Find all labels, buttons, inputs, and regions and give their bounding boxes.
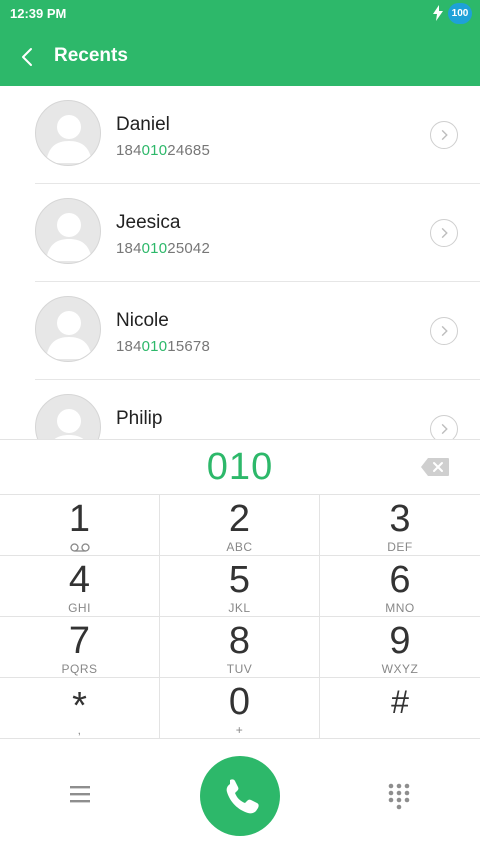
chevron-left-icon[interactable] <box>18 46 36 68</box>
keypad: 1 2 ABC 3 DEF 4 GHI 5 JKL 6 MNO 7 PQRS 8… <box>0 495 480 739</box>
menu-icon[interactable] <box>67 783 93 805</box>
voicemail-icon <box>70 543 90 552</box>
contact-number: 18401024685 <box>116 142 210 159</box>
dialed-digits: 010 <box>206 446 274 488</box>
phone-icon <box>226 779 259 814</box>
bottom-bar <box>0 739 480 853</box>
contact-name: Philip <box>116 408 163 429</box>
key-digit: 4 <box>68 559 91 601</box>
contact-name: Nicole <box>116 310 169 331</box>
key-6[interactable]: 6 MNO <box>320 556 480 617</box>
chevron-right-icon[interactable] <box>430 219 458 247</box>
chevron-right-icon[interactable] <box>430 121 458 149</box>
key-letters: TUV <box>226 662 253 676</box>
contact-number: 18401015678 <box>116 338 210 355</box>
key-8[interactable]: 8 TUV <box>160 617 320 678</box>
app-header: 12:39 PM 100 Recents <box>0 0 480 86</box>
key-7[interactable]: 7 PQRS <box>0 617 160 678</box>
call-button[interactable] <box>200 756 280 836</box>
list-item[interactable]: Daniel 18401024685 <box>0 86 480 184</box>
avatar <box>35 394 101 439</box>
list-item[interactable]: Philip 18401015690 <box>0 380 480 439</box>
key-digit: 6 <box>389 559 411 601</box>
status-bar: 12:39 PM 100 <box>0 0 480 26</box>
person-icon <box>46 311 92 359</box>
key-1[interactable]: 1 <box>0 495 160 556</box>
person-icon <box>46 115 92 163</box>
key-hash[interactable]: # <box>320 678 480 739</box>
avatar <box>35 198 101 264</box>
chevron-right-icon[interactable] <box>430 317 458 345</box>
key-letters: DEF <box>387 540 413 554</box>
key-digit: 7 <box>68 620 91 662</box>
chevron-right-icon[interactable] <box>430 415 458 439</box>
key-letters: MNO <box>385 601 415 615</box>
key-star[interactable]: * , <box>0 678 160 739</box>
key-9[interactable]: 9 WXYZ <box>320 617 480 678</box>
dialpad-icon[interactable] <box>387 782 411 810</box>
key-digit: 2 <box>228 498 251 540</box>
contact-name: Daniel <box>116 114 170 135</box>
key-digit: * <box>72 685 87 727</box>
key-letters: , <box>77 723 82 737</box>
key-5[interactable]: 5 JKL <box>160 556 320 617</box>
key-digit: # <box>391 684 409 720</box>
key-letters: JKL <box>228 601 251 615</box>
key-2[interactable]: 2 ABC <box>160 495 320 556</box>
key-3[interactable]: 3 DEF <box>320 495 480 556</box>
person-icon <box>54 409 84 439</box>
toolbar: Recents <box>0 34 480 80</box>
person-icon <box>46 213 92 261</box>
battery-badge: 100 <box>448 3 472 24</box>
charging-icon <box>433 5 443 21</box>
list-item[interactable]: Jeesica 18401025042 <box>0 184 480 282</box>
backspace-icon[interactable] <box>420 457 450 477</box>
key-digit: 9 <box>389 620 411 662</box>
contact-name: Jeesica <box>116 212 181 233</box>
key-digit: 3 <box>389 498 411 540</box>
key-letters: WXYZ <box>381 662 419 676</box>
contact-number: 18401025042 <box>116 240 210 257</box>
recents-list[interactable]: Daniel 18401024685 Jeesica 18401025042 N… <box>0 86 480 439</box>
avatar <box>35 100 101 166</box>
key-letters: + <box>235 723 244 737</box>
dial-display: 010 <box>0 439 480 495</box>
key-digit: 5 <box>228 559 251 601</box>
key-letters: ABC <box>226 540 253 554</box>
page-title: Recents <box>54 45 128 66</box>
key-digit: 8 <box>228 620 251 662</box>
status-time: 12:39 PM <box>10 6 67 21</box>
key-letters: PQRS <box>61 662 98 676</box>
avatar <box>35 296 101 362</box>
list-item[interactable]: Nicole 18401015678 <box>0 282 480 380</box>
key-digit: 0 <box>228 681 251 723</box>
key-letters: GHI <box>68 601 91 615</box>
key-4[interactable]: 4 GHI <box>0 556 160 617</box>
key-0[interactable]: 0 + <box>160 678 320 739</box>
key-digit: 1 <box>68 498 91 540</box>
